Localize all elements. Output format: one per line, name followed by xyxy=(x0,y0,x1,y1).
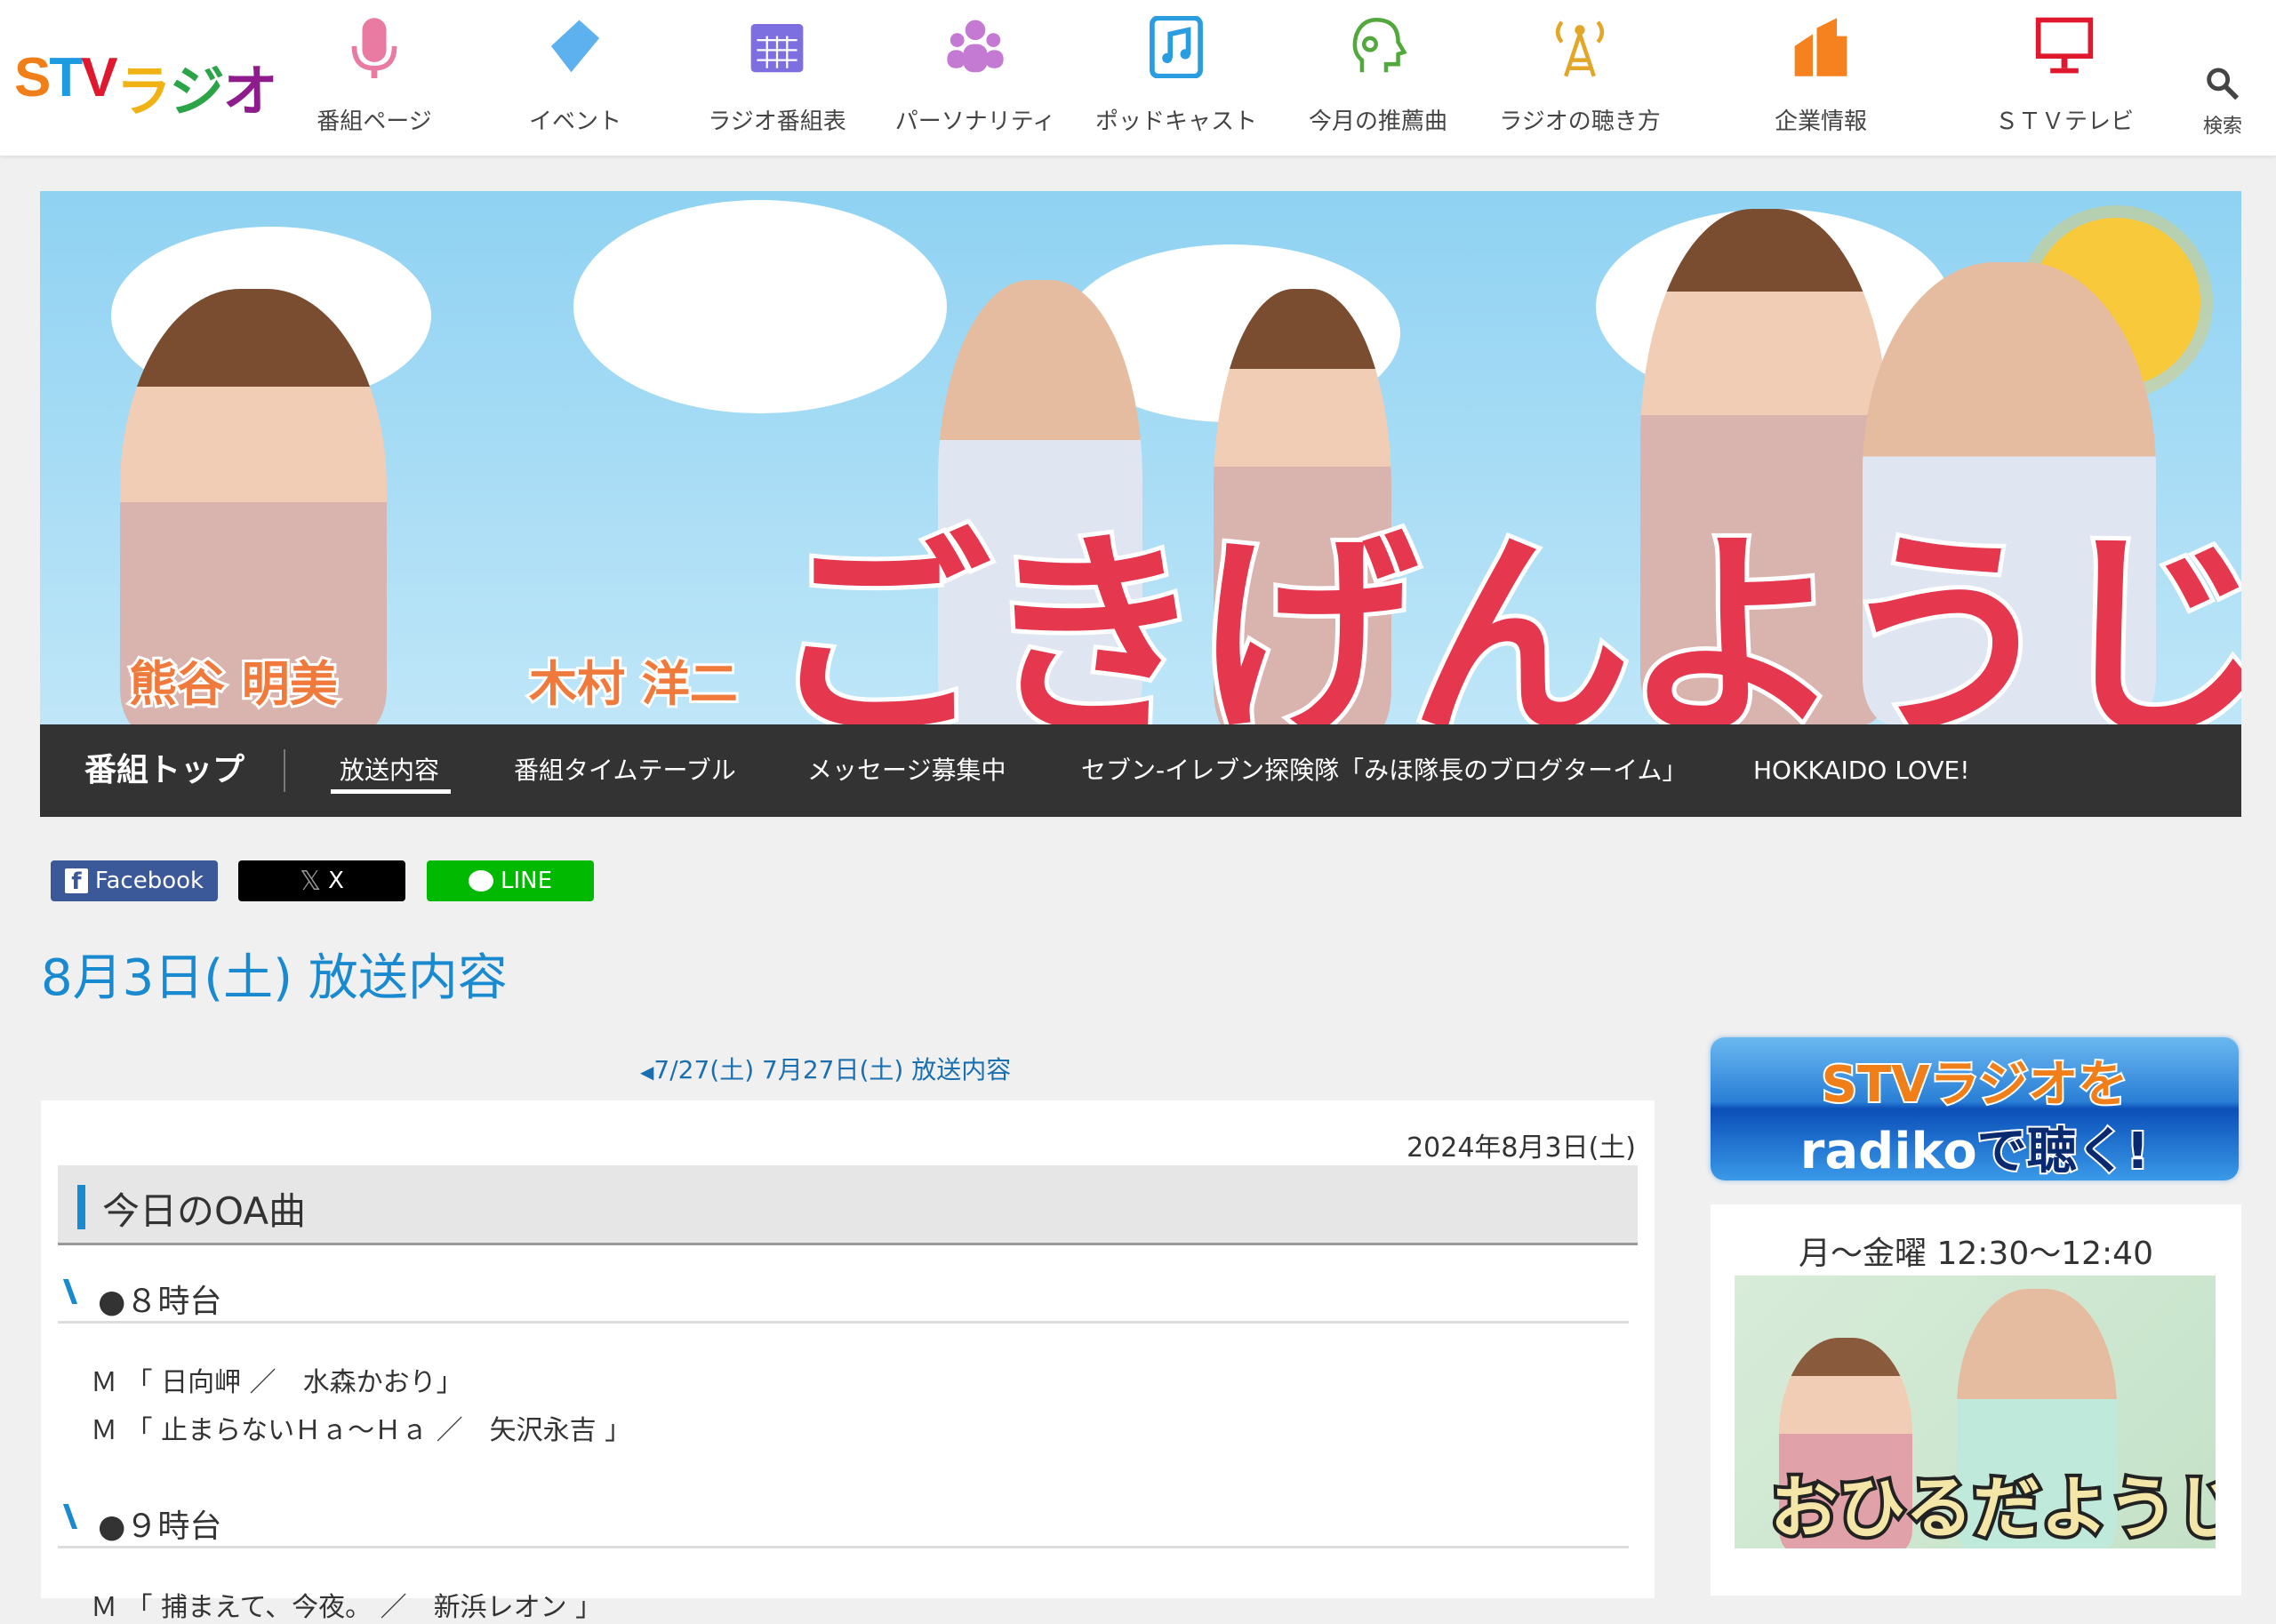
tv-monitor-icon xyxy=(2035,17,2094,74)
host-name-kimura: 木村 洋二 xyxy=(526,653,741,715)
program-top-link[interactable]: 番組トップ xyxy=(84,724,244,817)
ticket-icon xyxy=(550,20,600,73)
program-nav: 番組トップ 放送内容 番組タイムテーブル メッセージ募集中 セブン-イレブン探険… xyxy=(40,724,2241,817)
nav-label: ポッドキャスト xyxy=(1094,108,1257,135)
search-icon xyxy=(2207,68,2240,100)
microphone-icon xyxy=(351,18,397,78)
x-share-button[interactable]: 𝕏 X xyxy=(238,860,405,901)
article-date: 2024年8月3日(土) xyxy=(1406,1132,1636,1164)
logo-char: V xyxy=(81,47,117,108)
previous-episode-link[interactable]: ◀7/27(土) 7月27日(土) 放送内容 xyxy=(640,1051,1011,1086)
nav-label: パーソナリティ xyxy=(894,108,1056,135)
x-logo-icon: 𝕏 xyxy=(300,865,322,897)
nav-label: 今月の推薦曲 xyxy=(1308,108,1447,135)
music-note-icon xyxy=(1150,16,1203,78)
program-time: 月～金曜 12:30～12:40 xyxy=(1799,1236,2153,1272)
logo-char: T xyxy=(49,47,83,108)
song-item: Ｍ 「 捕まえて、今夜。 ／ 新浜レオン 」 xyxy=(91,1592,603,1623)
head-headphones-icon xyxy=(1352,18,1407,73)
program-title-art: ごきげんようじ xyxy=(765,505,2241,724)
antenna-tower-icon xyxy=(1555,20,1605,77)
ohiru-da-youji-banner[interactable]: おひるだようじ xyxy=(1735,1276,2216,1548)
nav-item-calendar-grid[interactable]: ラジオ番組表 xyxy=(679,0,875,156)
logo-char: S xyxy=(14,47,51,108)
sidebar-program-card: 月～金曜 12:30～12:40 おひるだようじ xyxy=(1711,1204,2241,1596)
line-share-button[interactable]: LINE xyxy=(427,860,594,901)
calendar-grid-icon xyxy=(750,24,804,73)
nav-label: ラジオの聴き方 xyxy=(1499,108,1661,135)
tab-hokkaido-love[interactable]: HOKKAIDO LOVE! xyxy=(1753,724,1969,817)
logo-char: ラ xyxy=(116,61,172,123)
site-header: STVラジオ 番組ページ イベント ラジオ番組表 パーソナリティ ポッドキャスト 今月の推… xyxy=(0,0,2276,156)
divider xyxy=(58,1546,1629,1548)
nav-item-antenna-tower[interactable]: ラジオの聴き方 xyxy=(1482,0,1678,156)
line-icon xyxy=(468,870,493,892)
building-icon xyxy=(1794,18,1847,76)
nav-item-music-note[interactable]: ポッドキャスト xyxy=(1078,0,1274,156)
active-tab-underline xyxy=(331,789,451,794)
nav-divider xyxy=(284,749,285,792)
tab-seven-eleven[interactable]: セブン-イレブン探険隊「みほ隊長のブログターイム」 xyxy=(1081,724,1687,817)
tab-timetable[interactable]: 番組タイムテーブル xyxy=(514,724,736,817)
program-banner: ごきげんようじ 熊谷 明美 木村 洋二 xyxy=(40,191,2241,724)
facebook-icon: f xyxy=(64,868,88,895)
nav-label: 検索 xyxy=(2202,116,2242,138)
nav-item-building[interactable]: 企業情報 xyxy=(1723,0,1919,156)
nav-item-people[interactable]: パーソナリティ xyxy=(878,0,1073,156)
program-logo-art: おひるだようじ xyxy=(1767,1465,2216,1548)
heading-accent-bar xyxy=(77,1185,85,1229)
nav-label: ラジオ番組表 xyxy=(708,108,846,135)
nav-label: 番組ページ xyxy=(317,108,432,135)
logo-char: オ xyxy=(222,61,278,123)
section-heading: 今日のOA曲 xyxy=(58,1165,1638,1245)
radiko-banner[interactable]: STVラジオを radikoで聴く! xyxy=(1711,1037,2239,1182)
host-name-kumagai: 熊谷 明美 xyxy=(126,653,341,715)
tab-message[interactable]: メッセージ募集中 xyxy=(807,724,1006,817)
triangle-left-icon: ◀ xyxy=(640,1061,654,1083)
nav-item-microphone[interactable]: 番組ページ xyxy=(276,0,472,156)
song-item: Ｍ 「 日向岬 ／ 水森かおり」 xyxy=(91,1367,463,1398)
nav-label: イベント xyxy=(528,108,621,135)
radiko-banner-line2: radikoで聴く! xyxy=(1799,1121,2151,1182)
divider xyxy=(58,1321,1629,1324)
facebook-label: Facebook xyxy=(94,868,204,894)
nav-item-ticket[interactable]: イベント xyxy=(477,0,673,156)
page-title: 8月3日(土) 放送内容 xyxy=(41,949,508,1007)
hour-heading: ●９時台 xyxy=(62,1500,221,1547)
people-icon xyxy=(947,20,1004,73)
stv-radio-logo[interactable]: STVラジオ xyxy=(14,46,278,126)
section-title: 今日のOA曲 xyxy=(102,1189,307,1233)
nav-item-head-headphones[interactable]: 今月の推薦曲 xyxy=(1280,0,1476,156)
line-label: LINE xyxy=(500,868,553,894)
hour-heading: ●８時台 xyxy=(62,1276,221,1322)
logo-char: ジ xyxy=(169,61,225,123)
previous-episode-label: 7/27(土) 7月27日(土) 放送内容 xyxy=(653,1055,1012,1084)
facebook-share-button[interactable]: f Facebook xyxy=(51,860,218,901)
song-item: Ｍ 「 止まらないＨａ〜Ｈａ ／ 矢沢永吉 」 xyxy=(91,1415,632,1446)
x-label: X xyxy=(328,868,344,894)
radiko-banner-line1: STVラジオを xyxy=(1820,1054,2130,1116)
tab-broadcast-content[interactable]: 放送内容 xyxy=(340,724,439,817)
nav-item-search[interactable]: 検索 xyxy=(2125,0,2276,156)
nav-label: 企業情報 xyxy=(1774,108,1867,135)
